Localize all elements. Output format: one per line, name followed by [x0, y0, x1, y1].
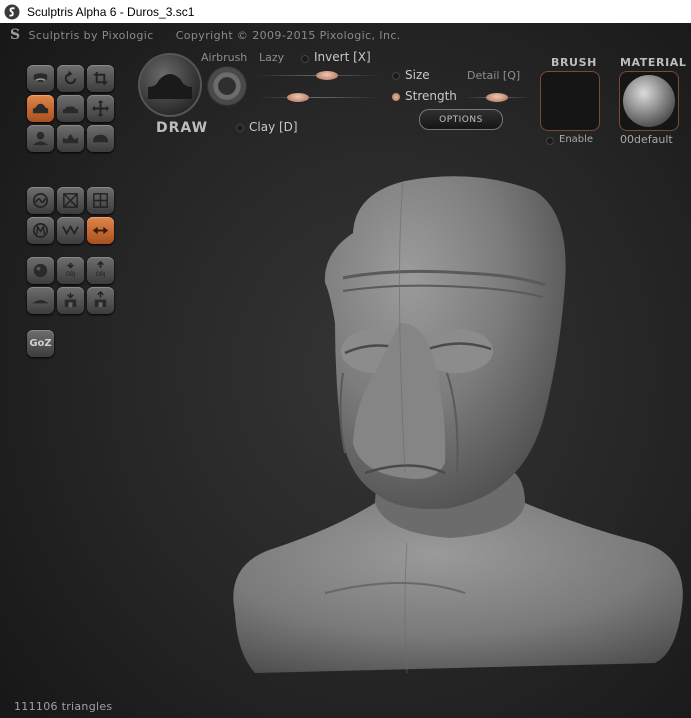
lazy-label: Lazy [259, 51, 285, 64]
inflate-icon [62, 133, 79, 144]
draw-tool-icon [32, 103, 49, 114]
export-obj-icon: OBJ [95, 261, 106, 278]
triangle-count: 111106 triangles [14, 700, 113, 713]
open-button[interactable] [57, 287, 84, 314]
mirror-icon [32, 222, 49, 239]
material-preview-box[interactable] [619, 71, 679, 131]
mask-button[interactable] [27, 65, 54, 92]
window-titlebar: Sculptris Alpha 6 - Duros_3.sc1 [0, 0, 691, 23]
inflate-button[interactable] [57, 125, 84, 152]
material-panel-title: MATERIAL [620, 56, 687, 69]
airbrush-label: Airbrush [201, 51, 248, 64]
flatten-button[interactable] [57, 95, 84, 122]
export-obj-button[interactable]: OBJ [87, 257, 114, 284]
reduce-selected-button[interactable] [57, 187, 84, 214]
goz-button[interactable]: GoZ [27, 330, 54, 357]
invert-label[interactable]: Invert [X] [314, 50, 371, 64]
size-slider-track[interactable] [254, 97, 384, 98]
size-slider-knob[interactable] [287, 93, 309, 102]
flatten-icon [62, 106, 79, 114]
rotate-icon [64, 70, 77, 85]
brush-enable-label[interactable]: Enable [559, 134, 593, 145]
rotate-button[interactable] [57, 65, 84, 92]
material-sphere-preview [623, 75, 675, 127]
scale-button[interactable] [87, 65, 114, 92]
svg-text:OBJ: OBJ [65, 272, 75, 278]
pinch-icon [92, 134, 109, 143]
save-button[interactable] [87, 287, 114, 314]
brush-mode-label: DRAW [156, 120, 209, 136]
grab-icon [91, 99, 110, 118]
lazy-slider-knob[interactable] [316, 71, 338, 80]
brush-panel-title: BRUSH [551, 56, 597, 69]
grab-button[interactable] [87, 95, 114, 122]
swap-button[interactable] [87, 217, 114, 244]
open-icon [64, 292, 77, 308]
sculpt-model[interactable] [225, 173, 691, 693]
import-obj-button[interactable]: OBJ [57, 257, 84, 284]
invert-led[interactable] [301, 55, 309, 63]
size-label[interactable]: Size [405, 68, 430, 82]
subdivide-icon [93, 193, 108, 208]
app-name: Sculptris by Pixologic [28, 28, 154, 42]
detail-label: Detail [Q] [467, 69, 521, 82]
save-icon [94, 291, 107, 308]
swap-icon [92, 226, 109, 235]
brush-preview-box[interactable] [540, 71, 600, 131]
sphere-icon [33, 263, 48, 278]
airbrush-toggle[interactable] [208, 67, 246, 105]
options-button[interactable]: OPTIONS [419, 109, 503, 130]
reduce-brush-icon [32, 192, 49, 209]
reduce-brush-button[interactable] [27, 187, 54, 214]
pixologic-logo-icon: S [10, 27, 21, 43]
copyright-text: Copyright © 2009-2015 Pixologic, Inc. [175, 28, 401, 42]
symmetry-button[interactable] [57, 217, 84, 244]
mirror-button[interactable] [27, 217, 54, 244]
draw-tool-button[interactable] [27, 95, 54, 122]
sphere-button[interactable] [27, 257, 54, 284]
plane-icon [32, 300, 49, 304]
strength-led[interactable] [392, 93, 400, 101]
scale-icon [93, 71, 108, 86]
mask-icon [33, 73, 48, 82]
brush-mode-preview[interactable] [138, 53, 202, 117]
detail-slider-knob[interactable] [486, 93, 508, 102]
clay-led[interactable] [236, 124, 244, 132]
svg-text:OBJ: OBJ [95, 272, 105, 278]
strength-label[interactable]: Strength [405, 89, 457, 103]
symmetry-icon [62, 224, 79, 236]
sculptris-app-icon [4, 4, 20, 19]
pinch-button[interactable] [87, 125, 114, 152]
window-title: Sculptris Alpha 6 - Duros_3.sc1 [27, 4, 195, 19]
sculpt-viewport[interactable]: S Sculptris by Pixologic Copyright © 200… [0, 23, 691, 718]
crease-icon [32, 131, 49, 146]
reduce-selected-icon [63, 193, 78, 208]
material-name: 00default [620, 133, 673, 146]
brush-enable-led[interactable] [546, 137, 554, 145]
subdivide-button[interactable] [87, 187, 114, 214]
clay-label[interactable]: Clay [D] [249, 120, 298, 134]
import-obj-icon: OBJ [65, 262, 76, 278]
size-led[interactable] [392, 72, 400, 80]
crease-button[interactable] [27, 125, 54, 152]
draw-brush-icon [148, 74, 192, 99]
app-header: S Sculptris by Pixologic Copyright © 200… [10, 27, 401, 43]
plane-button[interactable] [27, 287, 54, 314]
